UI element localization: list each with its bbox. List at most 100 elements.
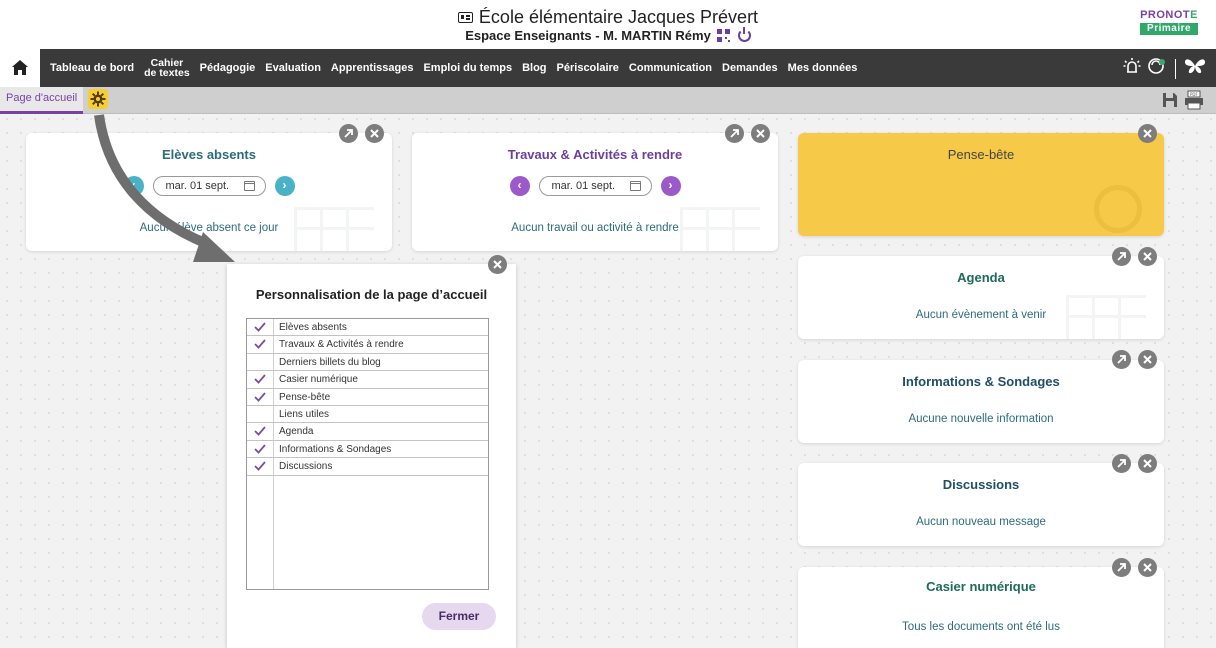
widget-title: Discussions [942,477,1020,492]
top-header: École élémentaire Jacques Prévert Espace… [0,0,1216,49]
checklist-row[interactable]: Derniers billets du blog [247,353,488,372]
expand-arrow-icon [344,129,353,138]
widget-discussions: Discussions Aucun nouveau message [798,463,1164,546]
checklist-label: Travaux & Activités à rendre [279,339,404,351]
nav-separator [1175,58,1176,79]
checklist-row[interactable]: Informations & Sondages [247,440,488,459]
tab-page-accueil[interactable]: Page d'accueil [0,87,84,114]
nav-communication[interactable]: Communication [624,62,717,74]
checkmark-icon [254,339,266,350]
widget-eleves-absents: Elèves absents ‹ mar. 01 sept. › Aucun é… [26,133,392,251]
close-dialog-x-button[interactable] [488,255,507,274]
checklist-label: Elèves absents [279,322,347,333]
checklist-row[interactable]: Travaux & Activités à rendre [247,336,488,354]
checkmark-icon [254,461,266,471]
butterfly-icon[interactable] [1184,57,1206,80]
next-day-button[interactable]: › [660,176,681,196]
expand-button[interactable] [1112,350,1131,369]
expand-arrow-icon [1117,459,1126,468]
print-pdf-icon[interactable]: PDF [1184,90,1204,115]
alarm-icon[interactable] [1123,57,1141,80]
close-widget-button[interactable] [1138,350,1157,369]
nav-cahier-de-textes[interactable]: Cahier de textes [139,58,195,79]
widget-title: Agenda [957,270,1005,285]
save-icon[interactable] [1162,92,1178,113]
row-divider [273,458,274,475]
expand-arrow-icon [1117,563,1126,572]
power-icon[interactable] [737,27,751,42]
checklist-row[interactable]: Pense-bête [247,388,488,406]
nav-emploi-du-temps[interactable]: Emploi du temps [418,62,517,74]
nav-pedagogie[interactable]: Pédagogie [195,62,261,74]
space-line: Espace Enseignants - M. MARTIN Rémy [0,27,1216,43]
row-divider [273,371,274,388]
close-widget-button[interactable] [1138,124,1157,143]
date-field[interactable]: mar. 01 sept. [152,176,266,196]
widget-informations-sondages: Informations & Sondages Aucune nouvelle … [798,360,1164,443]
prev-day-button[interactable]: ‹ [123,176,144,196]
expand-button[interactable] [1112,558,1131,577]
close-widget-button[interactable] [1138,558,1157,577]
row-divider [273,423,274,440]
school-name: École élémentaire Jacques Prévert [478,7,759,27]
widget-title: Pense-bête [947,147,1015,162]
customize-button[interactable] [88,89,108,109]
widget-travaux: Travaux & Activités à rendre ‹ mar. 01 s… [412,133,778,251]
qr-code-icon[interactable] [716,29,730,42]
checklist-row[interactable]: Discussions [247,458,488,476]
date-selector: ‹ mar. 01 sept. › [412,176,778,196]
expand-button[interactable] [1112,247,1131,266]
nav-items: Tableau de bord Cahier de textes Pédagog… [45,49,862,87]
nav-right-tools [1123,57,1206,80]
chat-status-icon[interactable] [1147,57,1167,80]
date-selector: ‹ mar. 01 sept. › [26,176,392,196]
user-space-label: Espace Enseignants - M. MARTIN Rémy [465,28,711,43]
checklist-row[interactable]: Liens utiles [247,405,488,424]
customize-dialog: Personnalisation de la page d’accueil El… [227,264,516,648]
main-navbar: Tableau de bord Cahier de textes Pédagog… [0,49,1216,87]
expand-button[interactable] [1112,454,1131,473]
widget-casier-numerique: Casier numérique Tous les documents ont … [798,567,1164,648]
list-divider [273,476,274,589]
close-widget-button[interactable] [751,124,770,143]
expand-arrow-icon [1117,252,1126,261]
brand-top-text: PRONOT [1140,9,1191,21]
close-widget-button[interactable] [1138,247,1157,266]
close-dialog-button[interactable]: Fermer [422,603,496,630]
expand-button[interactable] [339,124,358,143]
widget-agenda: Agenda Aucun évènement à venir [798,256,1164,339]
lightbulb-watermark-icon [1094,185,1142,233]
checklist-row[interactable]: Agenda [247,423,488,441]
widget-pense-bete: Pense-bête [798,133,1164,236]
expand-button[interactable] [725,124,744,143]
home-button[interactable] [0,49,40,87]
widget-title: Travaux & Activités à rendre [507,147,683,162]
nav-evaluation[interactable]: Evaluation [260,62,326,74]
row-divider [273,388,274,405]
checklist-label: Derniers billets du blog [279,356,381,368]
nav-mes-donnees[interactable]: Mes données [783,62,863,74]
prev-day-button[interactable]: ‹ [509,176,530,196]
brand-top-accent: E [1190,9,1198,21]
brand-bottom: Primaire [1140,23,1198,35]
nav-periscolaire[interactable]: Périscolaire [552,62,624,74]
checklist-label: Pense-bête [279,391,331,403]
nav-demandes[interactable]: Demandes [717,62,783,74]
row-divider [273,319,274,336]
row-divider [273,405,274,423]
checklist-row[interactable]: Casier numérique [247,371,488,389]
close-widget-button[interactable] [1138,454,1157,473]
nav-tableau-de-bord[interactable]: Tableau de bord [45,62,139,74]
svg-text:PDF: PDF [1190,92,1198,97]
checklist-label: Informations & Sondages [279,443,392,455]
checklist-label: Agenda [279,426,314,438]
close-icon [1143,252,1152,261]
nav-cahier-line2: de textes [144,67,190,79]
date-field[interactable]: mar. 01 sept. [538,176,652,196]
nav-apprentissages[interactable]: Apprentissages [326,62,419,74]
nav-blog[interactable]: Blog [517,62,551,74]
checklist-row[interactable]: Elèves absents [247,319,488,337]
checkmark-icon [254,322,266,332]
next-day-button[interactable]: › [274,176,295,196]
close-widget-button[interactable] [365,124,384,143]
